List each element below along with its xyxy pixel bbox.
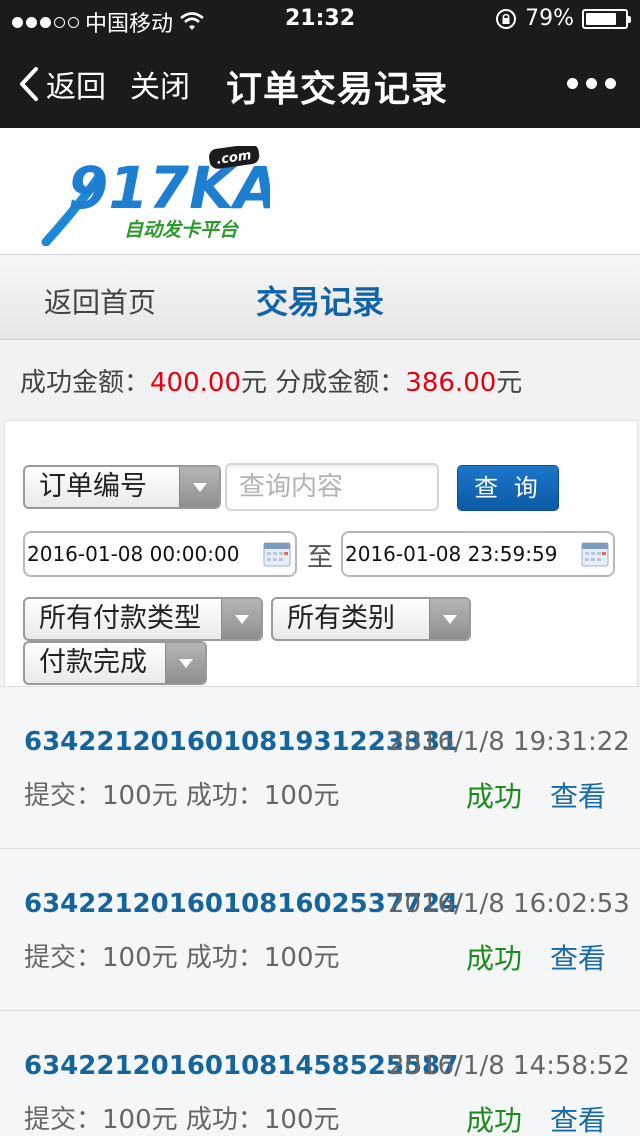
success-amount: 400.00 [150, 368, 241, 398]
rotation-lock-icon [496, 8, 517, 29]
pay-status-select-value: 付款完成 [39, 647, 147, 678]
logo-tagline: 自动发卡平台 [124, 219, 240, 241]
more-dots-icon[interactable] [567, 78, 616, 89]
record-view-link[interactable]: 查看 [550, 775, 606, 815]
battery-percent: 79% [525, 6, 574, 31]
pay-status-select[interactable]: 付款完成 [23, 641, 207, 685]
record-view-link[interactable]: 查看 [550, 1099, 606, 1136]
payment-type-select-value: 所有付款类型 [39, 603, 201, 634]
tab-home[interactable]: 返回首页 [44, 281, 156, 321]
record-row: 634221201601081458525587 2016/1/8 14:58:… [0, 1010, 640, 1136]
category-select-value: 所有类别 [287, 603, 395, 634]
tab-bar: 返回首页 交易记录 [0, 254, 640, 340]
record-time: 2016/1/8 19:31:22 [388, 727, 630, 757]
record-amounts: 提交：100元 成功：100元 [24, 1105, 340, 1135]
calendar-icon[interactable] [581, 541, 609, 567]
back-label: 返回 [46, 70, 106, 105]
order-field-select[interactable]: 订单编号 [23, 465, 221, 509]
payment-type-select[interactable]: 所有付款类型 [23, 597, 263, 641]
filter-panel: 订单编号 查询内容 查 询 2016-01-08 00:00:00 至 2016… [4, 420, 638, 688]
dropdown-arrow-icon [429, 599, 469, 639]
success-amount-label: 成功金额： [20, 368, 151, 398]
success-amount-unit: 元 [241, 368, 268, 398]
logo-area: 917KA .com 自动发卡平台 [0, 128, 640, 254]
battery-icon [582, 8, 631, 29]
dropdown-arrow-icon [221, 599, 261, 639]
chevron-left-icon [20, 67, 38, 101]
record-time: 2016/1/8 16:02:53 [388, 889, 630, 919]
record-amounts: 提交：100元 成功：100元 [24, 781, 340, 811]
record-status: 成功 [466, 1104, 523, 1136]
record-amounts: 提交：100元 成功：100元 [24, 943, 340, 973]
status-right: 79% [495, 6, 631, 31]
date-to-input[interactable]: 2016-01-08 23:59:59 [341, 531, 615, 577]
dropdown-arrow-icon [179, 467, 219, 507]
record-view-link[interactable]: 查看 [550, 937, 606, 977]
page-title: 订单交易记录 [226, 69, 449, 110]
logo: 917KA .com 自动发卡平台 [41, 146, 270, 246]
date-from-value: 2016-01-08 00:00:00 [27, 542, 240, 566]
record-status: 成功 [466, 942, 523, 975]
tab-records[interactable]: 交易记录 [256, 277, 384, 323]
record-row: 634221201601081931223331 2016/1/8 19:31:… [0, 686, 640, 848]
status-bar: 中国移动 21:32 79% [0, 0, 640, 40]
calendar-icon[interactable] [263, 541, 291, 567]
split-amount-label: 分成金额： [275, 368, 406, 398]
query-button[interactable]: 查 询 [457, 465, 559, 511]
dropdown-arrow-icon [165, 643, 205, 683]
close-button[interactable]: 关闭 [130, 62, 190, 106]
date-from-input[interactable]: 2016-01-08 00:00:00 [23, 531, 297, 577]
record-status: 成功 [466, 780, 523, 813]
amount-summary: 成功金额：400.00元 分成金额：386.00元 [20, 362, 522, 399]
date-range-to-label: 至 [307, 543, 334, 573]
navigation-bar: 返回 关闭 订单交易记录 [0, 40, 640, 128]
record-time: 2016/1/8 14:58:52 [388, 1051, 630, 1081]
order-field-select-value: 订单编号 [39, 471, 147, 502]
date-to-value: 2016-01-08 23:59:59 [345, 542, 558, 566]
record-row: 634221201601081602537724 2016/1/8 16:02:… [0, 848, 640, 1010]
split-amount-unit: 元 [496, 368, 523, 398]
back-button[interactable]: 返回 [18, 62, 106, 106]
split-amount: 386.00 [405, 368, 497, 398]
query-input[interactable]: 查询内容 [225, 463, 439, 511]
category-select[interactable]: 所有类别 [271, 597, 471, 641]
